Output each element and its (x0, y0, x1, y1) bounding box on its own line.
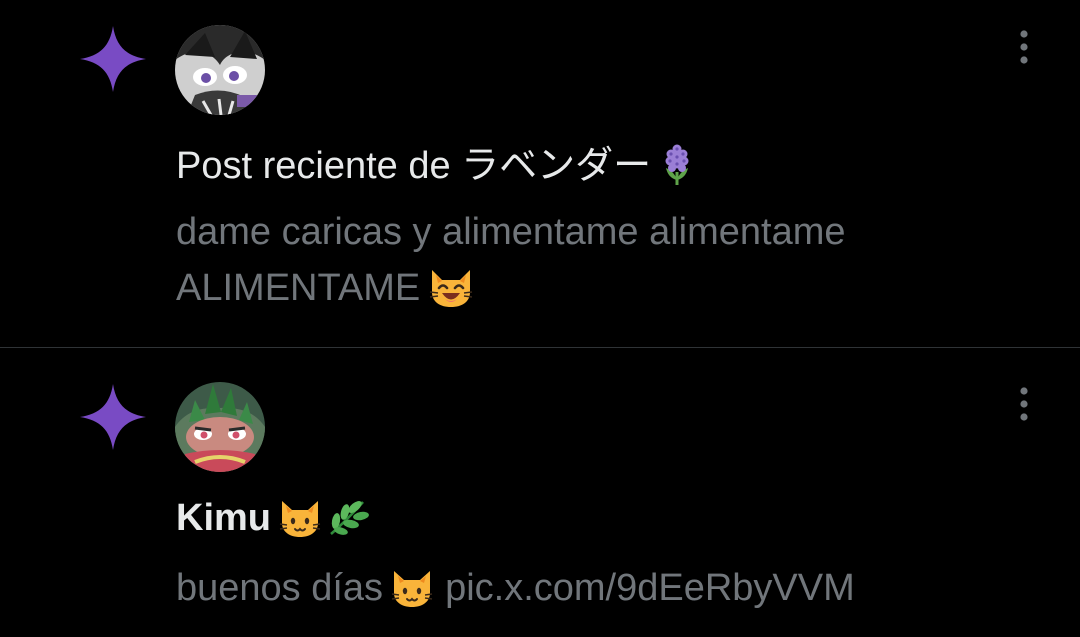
post-link[interactable]: pic.x.com/9dEeRbyVVM (445, 567, 855, 609)
post-preview-line-1: dame caricas y alimentame alimentame (176, 211, 846, 253)
more-vertical-icon[interactable] (1004, 25, 1044, 69)
smiling-cat-emoji (430, 270, 473, 307)
display-name: Kimu (176, 497, 271, 539)
cat-face-emoji (391, 571, 433, 607)
notification-item[interactable]: Kimu buenos días pic.x.com/9dEeRbyVVM (0, 348, 1080, 637)
cat-face-emoji (279, 501, 321, 537)
sparkle-icon (80, 26, 146, 92)
post-preview-text[interactable]: buenos días pic.x.com/9dEeRbyVVM (176, 560, 976, 616)
post-text: buenos días (176, 567, 384, 609)
notification-headline[interactable]: Kimu (176, 496, 369, 540)
more-vertical-icon[interactable] (1004, 382, 1044, 426)
hyacinth-emoji (665, 144, 689, 185)
herb-emoji (330, 501, 369, 535)
sparkle-icon (80, 384, 146, 450)
post-preview-text[interactable]: dame caricas y alimentame alimentame ALI… (176, 204, 976, 316)
headline-text: Post reciente de ラベンダー (176, 145, 652, 187)
avatar[interactable] (175, 382, 265, 472)
notification-headline[interactable]: Post reciente de ラベンダー (176, 144, 695, 188)
notification-item[interactable]: Post reciente de ラベンダー dame caricas y al… (0, 0, 1080, 347)
avatar[interactable] (175, 25, 265, 115)
post-preview-line-2: ALIMENTAME (176, 260, 976, 316)
